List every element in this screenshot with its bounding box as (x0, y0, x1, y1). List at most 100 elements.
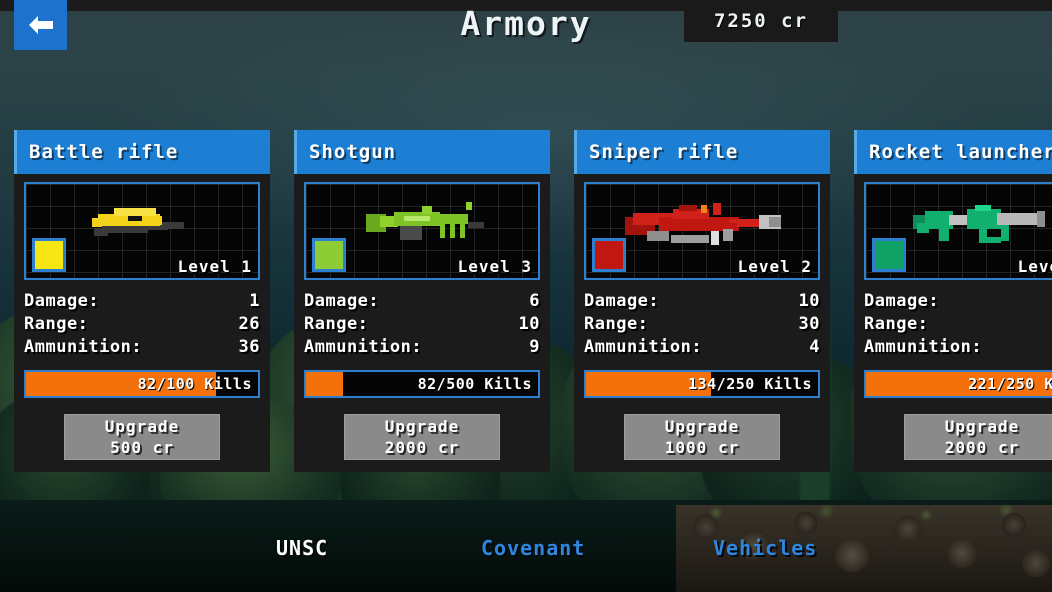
stat-label-damage: Damage: (24, 291, 100, 311)
stat-row-ammunition: Ammunition: 36 (24, 336, 260, 359)
stat-row-range: Range: 26 (24, 313, 260, 336)
weapon-stats: Damage: 6 Range: 10 Ammunition: 9 (304, 290, 540, 359)
kills-progress-bar: 82/100 Kills (24, 370, 260, 398)
weapon-card-header: Battle rifle (14, 130, 270, 174)
kills-progress-bar: 221/250 Kills (864, 370, 1052, 398)
weapon-preview: Level 1 (24, 182, 260, 280)
tab-covenant[interactable]: Covenant (481, 536, 585, 560)
upgrade-button[interactable]: Upgrade 1000 cr (624, 414, 780, 460)
kills-suffix: Kills (204, 375, 252, 393)
upgrade-button[interactable]: Upgrade 500 cr (64, 414, 220, 460)
weapon-level: Level 2 (737, 257, 812, 276)
stat-value-damage: 10 (798, 291, 820, 311)
upgrade-label: Upgrade (944, 417, 1020, 436)
weapon-color-swatch (592, 238, 626, 272)
stat-row-damage: Damage: 10 (584, 290, 820, 313)
stat-value-damage: 6 (529, 291, 540, 311)
weapon-level: Level 1 (1017, 257, 1052, 276)
weapon-color-swatch (32, 238, 66, 272)
weapon-card[interactable]: Rocket launcher Lev Damage: Range: Ammun… (854, 130, 1052, 490)
stat-row-ammunition: Ammunition: (864, 336, 1052, 359)
credits-value: 7250 cr (713, 10, 809, 32)
kills-count: 221/250 (968, 375, 1035, 393)
weapon-card-body: Level 2 Damage: 10 Range: 30 Ammunition:… (574, 174, 830, 472)
tab-unsc[interactable]: UNSC (276, 536, 328, 560)
stat-value-ammunition: 9 (529, 337, 540, 357)
stat-row-damage: Damage: 1 (24, 290, 260, 313)
upgrade-button[interactable]: Upgrade 2000 cr (904, 414, 1052, 460)
weapon-card-list: Battle rifle Level 1 Damage: 1 Range: 26… (14, 130, 1052, 490)
stat-label-range: Range: (584, 314, 649, 334)
weapon-level: Level 1 (177, 257, 252, 276)
upgrade-button[interactable]: Upgrade 2000 cr (344, 414, 500, 460)
weapon-card-body: Level 3 Damage: 6 Range: 10 Ammunition: … (294, 174, 550, 472)
kills-progress-label: 82/100 Kills (26, 375, 258, 393)
weapon-name: Shotgun (309, 141, 397, 163)
weapon-name: Sniper rifle (589, 141, 739, 163)
weapon-sprite-battle-rifle (84, 200, 200, 250)
page-title: Armory (460, 4, 592, 43)
credits-display: 7250 cr (684, 0, 838, 42)
weapon-card-header: Rocket launcher (854, 130, 1052, 174)
stat-row-range: Range: (864, 313, 1052, 336)
weapon-card-body: Level 1 Damage: Range: Ammunition: (854, 174, 1052, 472)
stat-row-range: Range: 10 (304, 313, 540, 336)
kills-progress-bar: 82/500 Kills (304, 370, 540, 398)
stat-value-damage: 1 (249, 291, 260, 311)
stat-value-range: 10 (518, 314, 540, 334)
kills-suffix: Kills (1044, 375, 1052, 393)
upgrade-label: Upgrade (104, 417, 180, 436)
stat-label-damage: Damage: (864, 291, 940, 311)
weapon-color-swatch (312, 238, 346, 272)
upgrade-cost: 500 cr (110, 438, 174, 457)
rock-moss (676, 505, 1052, 535)
kills-progress-label: 134/250 Kills (586, 375, 818, 393)
kills-count: 134/250 (688, 375, 755, 393)
stat-row-damage: Damage: 6 (304, 290, 540, 313)
stat-row-damage: Damage: (864, 290, 1052, 313)
stat-value-ammunition: 4 (809, 337, 820, 357)
kills-suffix: Kills (764, 375, 812, 393)
weapon-color-swatch (872, 238, 906, 272)
weapon-stats: Damage: Range: Ammunition: (864, 290, 1052, 359)
weapon-preview: Level 3 (304, 182, 540, 280)
kills-progress-label: 82/500 Kills (306, 375, 538, 393)
stat-label-ammunition: Ammunition: (304, 337, 423, 357)
upgrade-cost: 2000 cr (944, 438, 1020, 457)
weapon-card[interactable]: Shotgun Level 3 Damage: 6 Range: 10 Ammu… (294, 130, 550, 490)
stat-label-ammunition: Ammunition: (24, 337, 143, 357)
stat-label-ammunition: Ammunition: (864, 337, 983, 357)
stat-row-ammunition: Ammunition: 4 (584, 336, 820, 359)
weapon-stats: Damage: 10 Range: 30 Ammunition: 4 (584, 290, 820, 359)
upgrade-label: Upgrade (664, 417, 740, 436)
stat-label-damage: Damage: (584, 291, 660, 311)
faction-tab-bar: UNSC Covenant Vehicles (0, 536, 1052, 576)
stat-label-range: Range: (304, 314, 369, 334)
weapon-sprite-shotgun (360, 198, 484, 252)
weapon-card[interactable]: Sniper rifle Level 2 Damage: 10 Range: 3… (574, 130, 830, 490)
tab-vehicles[interactable]: Vehicles (713, 536, 817, 560)
weapon-level: Level 3 (457, 257, 532, 276)
weapon-preview: Level 2 (584, 182, 820, 280)
stat-value-range: 26 (238, 314, 260, 334)
back-button[interactable] (14, 0, 67, 50)
weapon-sprite-sniper-rifle (619, 195, 785, 255)
stat-label-range: Range: (864, 314, 929, 334)
upgrade-label: Upgrade (384, 417, 460, 436)
weapon-card-header: Shotgun (294, 130, 550, 174)
left-arrow-icon (27, 14, 55, 36)
stat-row-ammunition: Ammunition: 9 (304, 336, 540, 359)
kills-suffix: Kills (484, 375, 532, 393)
stat-label-range: Range: (24, 314, 89, 334)
weapon-stats: Damage: 1 Range: 26 Ammunition: 36 (24, 290, 260, 359)
weapon-name: Battle rifle (29, 141, 179, 163)
stat-label-damage: Damage: (304, 291, 380, 311)
kills-count: 82/500 (417, 375, 475, 393)
weapon-card[interactable]: Battle rifle Level 1 Damage: 1 Range: 26… (14, 130, 270, 490)
weapon-card-header: Sniper rifle (574, 130, 830, 174)
upgrade-cost: 1000 cr (664, 438, 740, 457)
stat-value-ammunition: 36 (238, 337, 260, 357)
weapon-preview: Level 1 (864, 182, 1052, 280)
upgrade-cost: 2000 cr (384, 438, 460, 457)
stat-row-range: Range: 30 (584, 313, 820, 336)
